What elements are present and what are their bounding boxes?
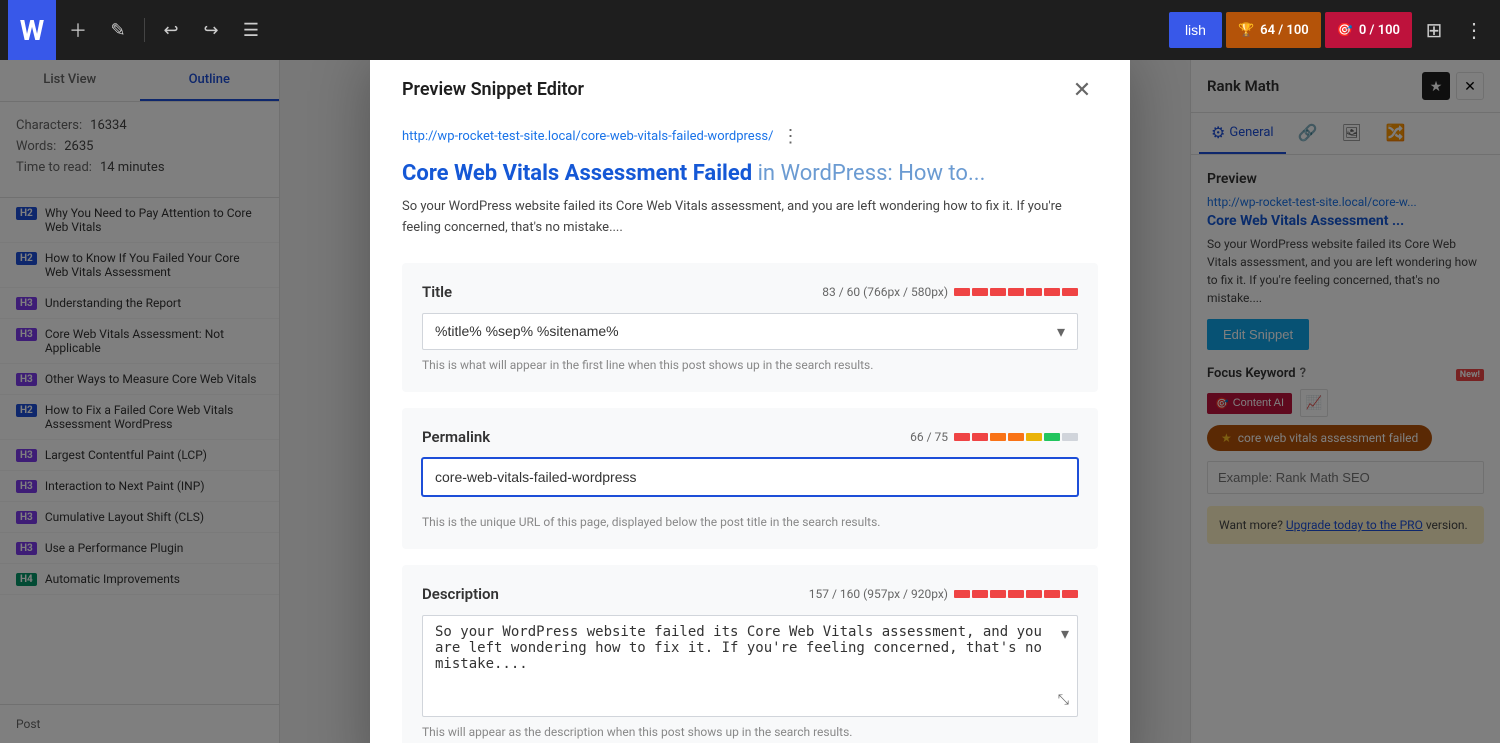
main-area: List View Outline Characters: 16334 Word… xyxy=(0,60,1500,743)
publish-button[interactable]: lish xyxy=(1169,12,1222,48)
modal-overlay[interactable]: Preview Snippet Editor ✕ http://wp-rocke… xyxy=(280,60,1190,743)
prog-seg-6 xyxy=(1044,288,1060,296)
prog-seg-p1 xyxy=(954,433,970,441)
snippet-url-text: http://wp-rocket-test-site.local/core-we… xyxy=(402,129,773,144)
description-field-counter: 157 / 160 (957px / 920px) xyxy=(809,587,1078,601)
seo-score-badge[interactable]: 🏆 64 / 100 xyxy=(1226,12,1321,48)
prog-seg-d6 xyxy=(1044,590,1060,598)
seo-score-icon: 🏆 xyxy=(1238,23,1254,38)
content-score-icon: 🎯 xyxy=(1337,23,1353,38)
permalink-progress-bar xyxy=(954,433,1078,441)
prog-seg-d3 xyxy=(990,590,1006,598)
document-overview-button[interactable]: ☰ xyxy=(233,12,269,48)
description-help-text: This will appear as the description when… xyxy=(422,725,1078,739)
prog-seg-p4 xyxy=(1008,433,1024,441)
title-dropdown-icon[interactable]: ▾ xyxy=(1057,322,1065,341)
prog-seg-d4 xyxy=(1008,590,1024,598)
prog-seg-4 xyxy=(1008,288,1024,296)
modal-close-button[interactable]: ✕ xyxy=(1066,74,1098,106)
add-block-button[interactable]: ＋ xyxy=(60,12,96,48)
description-progress-bar xyxy=(954,590,1078,598)
permalink-field-section: Permalink 66 / 75 xyxy=(402,408,1098,549)
permalink-field-counter: 66 / 75 xyxy=(910,430,1078,444)
permalink-field-header: Permalink 66 / 75 xyxy=(422,428,1078,446)
prog-seg-d7 xyxy=(1062,590,1078,598)
prog-seg-p3 xyxy=(990,433,1006,441)
prog-seg-p7 xyxy=(1062,433,1078,441)
snippet-title-normal: in WordPress: How to... xyxy=(752,161,985,186)
prog-seg-p6 xyxy=(1044,433,1060,441)
title-input-wrapper: ▾ xyxy=(422,313,1078,350)
prog-seg-7 xyxy=(1062,288,1078,296)
description-dropdown-icon[interactable]: ▾ xyxy=(1061,624,1069,643)
content-score-badge[interactable]: 🎯 0 / 100 xyxy=(1325,12,1412,48)
content-score-value: 0 / 100 xyxy=(1359,23,1400,38)
title-input[interactable] xyxy=(435,323,1057,339)
redo-button[interactable]: ↪ xyxy=(193,12,229,48)
description-expand-icon[interactable]: ⤡ xyxy=(1058,692,1069,708)
title-progress-bar xyxy=(954,288,1078,296)
snippet-preview-title: Core Web Vitals Assessment Failed in Wor… xyxy=(402,159,1098,190)
prog-seg-d2 xyxy=(972,590,988,598)
center-content: Preview Snippet Editor ✕ http://wp-rocke… xyxy=(280,60,1190,743)
snippet-title-bold: Core Web Vitals Assessment Failed xyxy=(402,161,752,186)
prog-seg-p2 xyxy=(972,433,988,441)
title-field-header: Title 83 / 60 (766px / 580px) xyxy=(422,283,1078,301)
description-field-label: Description xyxy=(422,585,499,603)
prog-seg-5 xyxy=(1026,288,1042,296)
permalink-input[interactable] xyxy=(422,458,1078,496)
prog-seg-3 xyxy=(990,288,1006,296)
undo-button[interactable]: ↩ xyxy=(153,12,189,48)
description-textarea[interactable]: So your WordPress website failed its Cor… xyxy=(435,624,1065,704)
more-options-button[interactable]: ⋮ xyxy=(1456,12,1492,48)
toolbar-separator xyxy=(144,18,145,42)
prog-seg-d1 xyxy=(954,590,970,598)
permalink-help-text: This is the unique URL of this page, dis… xyxy=(422,515,1078,529)
title-field-counter: 83 / 60 (766px / 580px) xyxy=(822,285,1078,299)
snippet-editor-modal: Preview Snippet Editor ✕ http://wp-rocke… xyxy=(370,60,1130,743)
description-counter-text: 157 / 160 (957px / 920px) xyxy=(809,587,948,601)
edit-tools-button[interactable]: ✎ xyxy=(100,12,136,48)
title-field-label: Title xyxy=(422,283,452,301)
description-input-wrapper: So your WordPress website failed its Cor… xyxy=(422,615,1078,717)
description-field-header: Description 157 / 160 (957px / 920px) xyxy=(422,585,1078,603)
prog-seg-2 xyxy=(972,288,988,296)
wp-logo[interactable]: W xyxy=(8,0,56,60)
permalink-counter-text: 66 / 75 xyxy=(910,430,948,444)
title-counter-text: 83 / 60 (766px / 580px) xyxy=(822,285,948,299)
snippet-url-bar: http://wp-rocket-test-site.local/core-we… xyxy=(402,126,1098,147)
prog-seg-p5 xyxy=(1026,433,1042,441)
snippet-preview-desc: So your WordPress website failed its Cor… xyxy=(402,197,1098,239)
permalink-field-label: Permalink xyxy=(422,428,490,446)
prog-seg-1 xyxy=(954,288,970,296)
title-help-text: This is what will appear in the first li… xyxy=(422,358,1078,372)
top-toolbar: W ＋ ✎ ↩ ↪ ☰ lish 🏆 64 / 100 🎯 0 / 100 ⊞ … xyxy=(0,0,1500,60)
wp-icon: W xyxy=(20,14,45,47)
title-field-section: Title 83 / 60 (766px / 580px) xyxy=(402,263,1098,392)
layout-toggle-button[interactable]: ⊞ xyxy=(1416,12,1452,48)
seo-score-value: 64 / 100 xyxy=(1260,23,1309,38)
modal-header: Preview Snippet Editor ✕ xyxy=(402,74,1098,106)
modal-title: Preview Snippet Editor xyxy=(402,79,584,100)
description-field-section: Description 157 / 160 (957px / 920px) xyxy=(402,565,1098,743)
prog-seg-d5 xyxy=(1026,590,1042,598)
snippet-url-menu-icon[interactable]: ⋮ xyxy=(781,126,799,147)
